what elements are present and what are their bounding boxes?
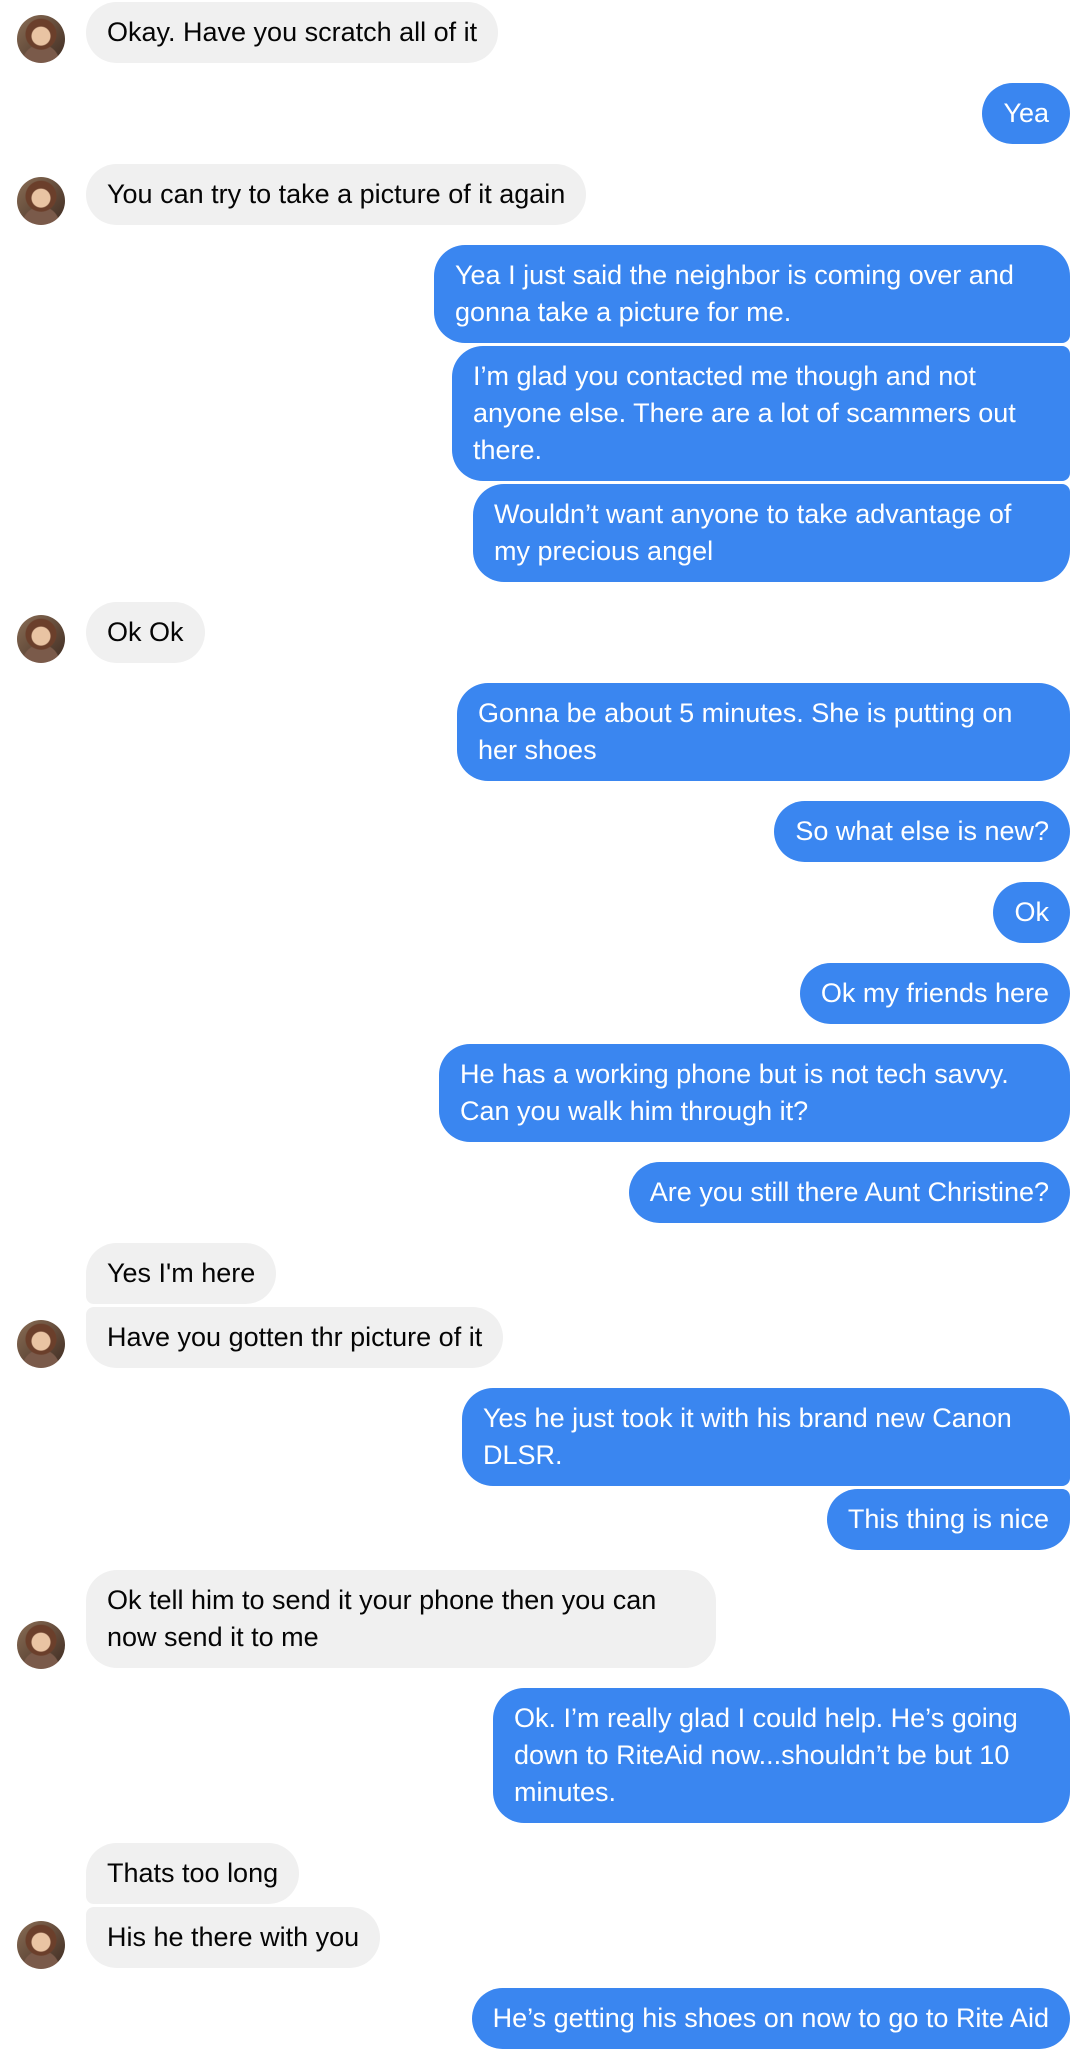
- incoming-message[interactable]: Okay. Have you scratch all of it: [86, 2, 499, 63]
- incoming-message[interactable]: Thats too long: [86, 1843, 300, 1904]
- incoming-message[interactable]: You can try to take a picture of it agai…: [86, 164, 587, 225]
- contact-avatar[interactable]: [17, 1621, 65, 1669]
- outgoing-message[interactable]: This thing is nice: [826, 1489, 1070, 1550]
- contact-avatar[interactable]: [17, 1320, 65, 1368]
- outgoing-message[interactable]: Yea I just said the neighbor is coming o…: [434, 245, 1070, 343]
- outgoing-message[interactable]: Yes he just took it with his brand new C…: [462, 1388, 1070, 1486]
- outgoing-message[interactable]: Are you still there Aunt Christine?: [628, 1162, 1070, 1223]
- incoming-message[interactable]: His he there with you: [86, 1907, 381, 1968]
- outgoing-message[interactable]: Wouldn’t want anyone to take advantage o…: [473, 484, 1070, 582]
- outgoing-message[interactable]: Ok my friends here: [799, 963, 1070, 1024]
- contact-avatar[interactable]: [17, 15, 65, 63]
- outgoing-message[interactable]: Gonna be about 5 minutes. She is putting…: [457, 683, 1070, 781]
- outgoing-message[interactable]: Ok: [993, 882, 1070, 943]
- incoming-message[interactable]: Ok tell him to send it your phone then y…: [86, 1570, 716, 1668]
- outgoing-message[interactable]: I’m glad you contacted me though and not…: [452, 346, 1070, 481]
- contact-avatar[interactable]: [17, 177, 65, 225]
- incoming-message[interactable]: Ok Ok: [86, 602, 205, 663]
- outgoing-message[interactable]: Yea: [982, 83, 1070, 144]
- outgoing-message[interactable]: Ok. I’m really glad I could help. He’s g…: [493, 1688, 1070, 1823]
- contact-avatar[interactable]: [17, 615, 65, 663]
- incoming-message[interactable]: Yes I'm here: [86, 1243, 277, 1304]
- incoming-message[interactable]: Have you gotten thr picture of it: [86, 1307, 504, 1368]
- outgoing-message[interactable]: He has a working phone but is not tech s…: [439, 1044, 1070, 1142]
- outgoing-message[interactable]: He’s getting his shoes on now to go to R…: [471, 1988, 1070, 2049]
- contact-avatar[interactable]: [17, 1921, 65, 1969]
- outgoing-message[interactable]: So what else is new?: [774, 801, 1070, 862]
